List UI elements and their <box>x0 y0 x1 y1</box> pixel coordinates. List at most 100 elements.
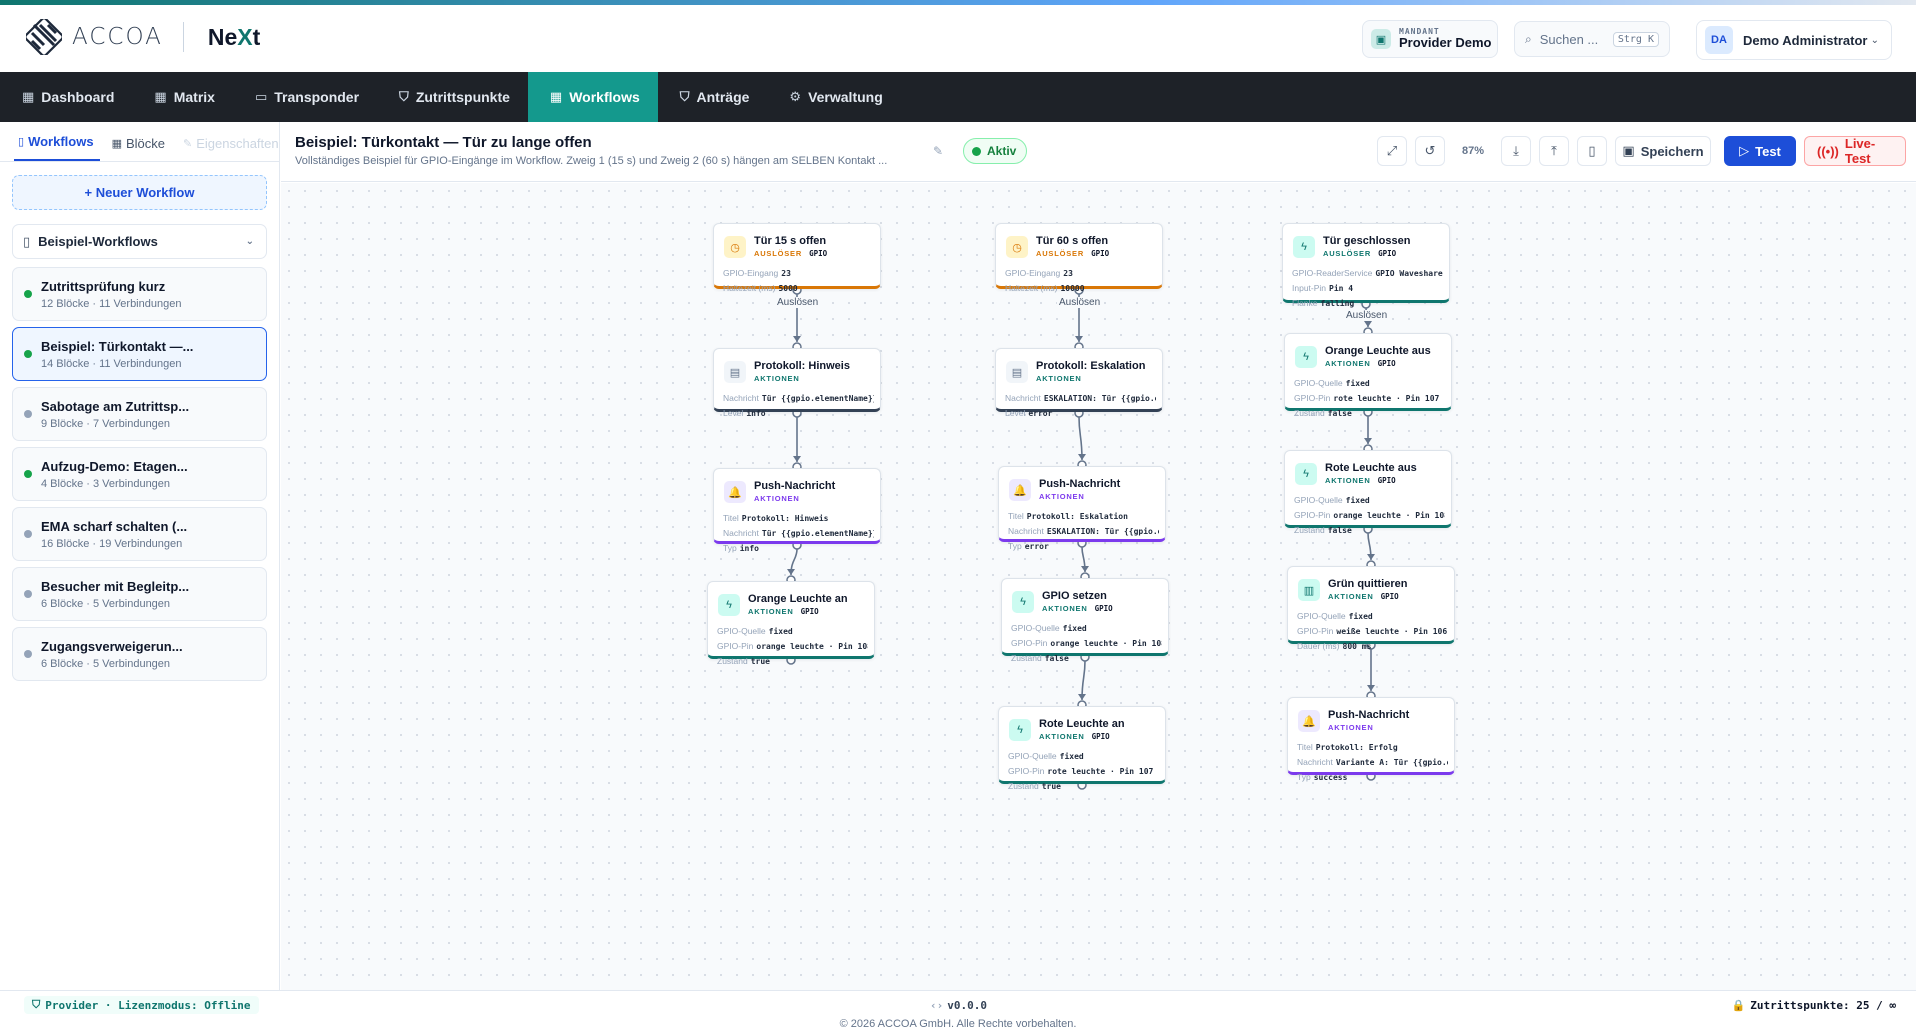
workflow-item-meta: 4 Blöcke · 3 Verbindungen <box>41 478 171 490</box>
node-property: GPIO-Quelle fixed <box>1008 751 1084 761</box>
workflow-list-item[interactable]: Zugangsverweigerun... 6 Blöcke · 5 Verbin… <box>12 627 267 681</box>
nav-zutrittspunkte[interactable]: ⛉ Zutrittspunkte <box>377 72 528 122</box>
node-property: Typ success <box>1297 772 1348 782</box>
node-property: Haltezeit (ms) 5000 <box>723 283 798 293</box>
node-property: Level info <box>723 408 766 418</box>
nav-dashboard[interactable]: ▦ Dashboard <box>0 72 132 122</box>
edit-icon[interactable]: ✎ <box>933 144 943 158</box>
nav-antraege[interactable]: ⛉ Anträge <box>658 72 768 122</box>
node-title: Tür 60 s offen <box>1036 235 1109 247</box>
workflow-list-item[interactable]: Sabotage am Zutrittsp... 9 Blöcke · 7 Ver… <box>12 387 267 441</box>
fullscreen-button[interactable]: ⤢ <box>1377 136 1407 166</box>
rotate-icon: ↺ <box>1424 143 1436 158</box>
workflow-node[interactable]: ◷ Tür 60 s offen AUSLÖSER GPIO GPIO-Eingang 2… <box>995 223 1163 293</box>
new-workflow-button[interactable]: + Neuer Workflow <box>12 175 267 210</box>
workflow-node[interactable]: ϟ Orange Leuchte an AKTIONEN GPIO GPIO-Quell… <box>707 581 875 666</box>
workflow-item-title: Sabotage am Zutrittsp... <box>41 399 190 414</box>
live-test-button[interactable]: ((•)) Live-Test <box>1804 136 1906 166</box>
chevron-down-icon: ⌄ <box>245 236 254 247</box>
node-property: GPIO-Quelle fixed <box>1294 495 1370 505</box>
workflow-list: Zutrittsprüfung kurz 12 Blöcke · 11 Verbi… <box>12 267 267 681</box>
status-badge[interactable]: Aktiv <box>963 138 1028 164</box>
tenant-switcher[interactable]: ▣ MANDANT Provider Demo <box>1362 20 1498 58</box>
nav-workflows[interactable]: ▦ Workflows <box>527 72 658 122</box>
node-property: Typ error <box>1008 541 1049 551</box>
workflow-node[interactable]: ▤ Protokoll: Hinweis AKTIONEN Nachricht Tür … <box>713 348 881 418</box>
nav-verwaltung[interactable]: ⚙ Verwaltung <box>767 72 900 122</box>
workflow-node[interactable]: 🔔 Push-Nachricht AKTIONEN Titel Protokoll: E… <box>1287 697 1455 782</box>
broadcast-icon: ((•)) <box>1817 143 1839 159</box>
connection-line <box>1078 416 1083 461</box>
reset-view-button[interactable]: ↺ <box>1415 136 1445 166</box>
node-category: AKTIONEN GPIO <box>1325 476 1396 485</box>
tab-workflows[interactable]: ▯ Workflows <box>14 134 100 161</box>
arrow-head <box>1367 554 1375 560</box>
node-property: GPIO-Eingang 23 <box>1005 268 1073 278</box>
document-icon: ▯ <box>1588 143 1596 158</box>
tab-bloecke[interactable]: ▦ Blöcke <box>108 136 171 161</box>
app-version: ‹› v0.0.0 <box>930 999 987 1012</box>
upload-button[interactable]: ⤒ <box>1539 136 1569 166</box>
node-property: GPIO-Pin rote leuchte · Pin 107 <box>1008 766 1154 776</box>
logo[interactable]: ACCOA NeXt <box>26 19 260 55</box>
node-category: AKTIONEN <box>754 374 800 383</box>
document-button[interactable]: ▯ <box>1577 136 1607 166</box>
node-category: AKTIONEN GPIO <box>748 607 819 616</box>
nav-transponder[interactable]: ▭ Transponder <box>233 72 377 122</box>
avatar: DA <box>1705 26 1733 54</box>
search-input[interactable]: ⌕ Suchen ... Strg K <box>1514 21 1670 57</box>
tab-eigenschaften[interactable]: ✎ Eigenschaften <box>179 136 285 161</box>
workflow-icon: ▦ <box>549 89 563 104</box>
bell-icon: 🔔 <box>1009 479 1031 501</box>
node-property: Level error <box>1005 408 1053 418</box>
nav-matrix[interactable]: ▦ Matrix <box>132 72 233 122</box>
workflow-list-item[interactable]: EMA scharf schalten (... 16 Blöcke · 19 V… <box>12 507 267 561</box>
workflow-node[interactable]: ϟ Orange Leuchte aus AKTIONEN GPIO GPIO-Quel… <box>1284 333 1452 418</box>
node-property: NachrichtTür {{gpio.elementName}} ste… <box>723 393 874 403</box>
workflow-node[interactable]: ϟ GPIO setzen AKTIONEN GPIO GPIO-Quelle fixed… <box>1001 578 1169 663</box>
node-property: Titel Protokoll: Erfolg <box>1297 742 1398 752</box>
node-property: NachrichtTür {{gpio.elementName}} ste… <box>723 528 874 538</box>
workflow-list-item[interactable]: Besucher mit Begleitp... 6 Blöcke · 5 Ver… <box>12 567 267 621</box>
workflow-node[interactable]: 🔔 Push-Nachricht AKTIONEN Titel Protokoll: E… <box>998 466 1166 551</box>
user-menu[interactable]: DA Demo Administrator ⌄ <box>1696 20 1892 60</box>
node-category: AKTIONEN GPIO <box>1325 359 1396 368</box>
bell-icon: 🔔 <box>724 481 746 503</box>
workflow-item-title: Aufzug-Demo: Etagen... <box>41 459 188 474</box>
workflow-node[interactable]: ϟ Tür geschlossen AUSLÖSER GPIO GPIO-ReaderS… <box>1282 223 1450 308</box>
accoa-logo-icon <box>26 19 62 55</box>
workflow-list-item[interactable]: Beispiel: Türkontakt —... 14 Blöcke · 11 … <box>12 327 267 381</box>
app-footer: ⛉ Provider · Lizenzmodus: Offline ‹› v0.0.… <box>0 990 1916 1032</box>
test-button[interactable]: ▷ Test <box>1724 136 1796 166</box>
status-dot <box>24 650 32 658</box>
workflow-canvas[interactable]: ◷ Tür 15 s offen AUSLÖSER GPIO GPIO-Eingang 2… <box>281 183 1916 990</box>
node-title: Rote Leuchte aus <box>1325 462 1417 474</box>
workflow-node[interactable]: 🔔 Push-Nachricht AKTIONEN Titel Protokoll: H… <box>713 468 881 553</box>
node-property: Haltezeit (ms) 10000 <box>1005 283 1085 293</box>
shield-check-icon: ⛉ <box>679 89 690 104</box>
bolt-icon: ϟ <box>1012 591 1034 613</box>
workflow-group-select[interactable]: ▯ Beispiel-Workflows ⌄ <box>12 224 267 259</box>
workflow-node[interactable]: ϟ Rote Leuchte an AKTIONEN GPIO GPIO-Quelle f… <box>998 706 1166 791</box>
node-property: Zustand false <box>1294 408 1352 418</box>
save-button[interactable]: ▣ Speichern <box>1615 136 1711 166</box>
bolt-icon: ϟ <box>1295 463 1317 485</box>
node-category: AKTIONEN GPIO <box>1039 732 1110 741</box>
node-title: Push-Nachricht <box>754 480 836 492</box>
workflow-list-item[interactable]: Aufzug-Demo: Etagen... 4 Blöcke · 3 Verbi… <box>12 447 267 501</box>
file-icon: ▯ <box>18 136 25 148</box>
workflow-node[interactable]: ▥ Grün quittieren AKTIONEN GPIO GPIO-Quelle f… <box>1287 566 1455 651</box>
workflow-node[interactable]: ϟ Rote Leuchte aus AKTIONEN GPIO GPIO-Quelle… <box>1284 450 1452 535</box>
node-title: Protokoll: Hinweis <box>754 360 850 372</box>
node-title: Tür 15 s offen <box>754 235 827 247</box>
node-title: Push-Nachricht <box>1328 709 1410 721</box>
workflow-node[interactable]: ◷ Tür 15 s offen AUSLÖSER GPIO GPIO-Eingang 2… <box>713 223 881 293</box>
play-icon: ▷ <box>1739 143 1750 158</box>
workflow-item-title: Beispiel: Türkontakt —... <box>41 339 194 354</box>
node-property: GPIO-Quelle fixed <box>1011 623 1087 633</box>
dashboard-icon: ▦ <box>22 89 35 104</box>
workflow-list-item[interactable]: Zutrittsprüfung kurz 12 Blöcke · 11 Verbi… <box>12 267 267 321</box>
download-button[interactable]: ⤓ <box>1501 136 1531 166</box>
workflow-node[interactable]: ▤ Protokoll: Eskalation AKTIONEN Nachricht E… <box>995 348 1163 418</box>
file-icon: ▯ <box>23 233 31 249</box>
